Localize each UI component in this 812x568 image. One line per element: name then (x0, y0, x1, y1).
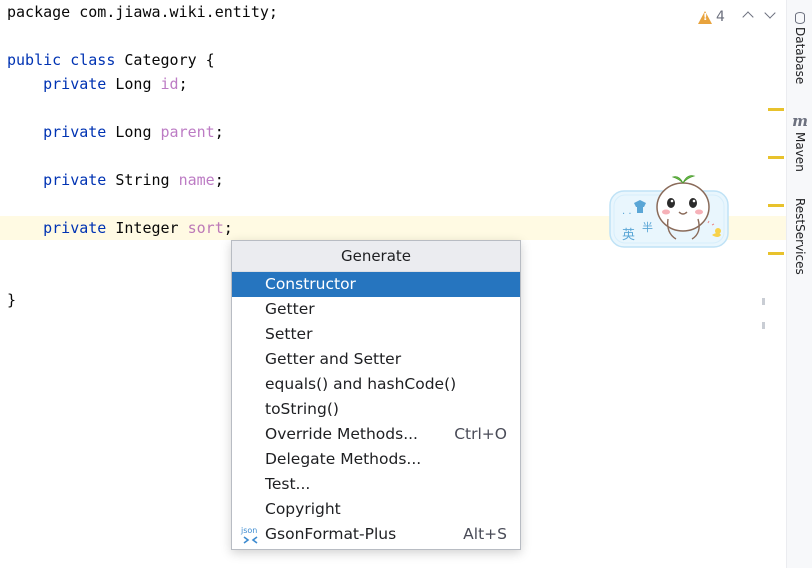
code-token: Integer (115, 219, 188, 237)
menu-item-getter[interactable]: Getter (232, 297, 520, 322)
warning-triangle-icon (698, 10, 712, 24)
menu-item-setter[interactable]: Setter (232, 322, 520, 347)
generate-popup[interactable]: Generate Constructor Getter Setter Getter a… (231, 240, 521, 550)
code-field-name: id (160, 75, 179, 93)
code-token: ; (178, 75, 188, 93)
error-stripe-mark[interactable] (768, 156, 784, 159)
svg-text:json: json (240, 526, 257, 535)
code-keyword: private (7, 219, 116, 237)
menu-item-tostring[interactable]: toString() (232, 397, 520, 422)
menu-item-test[interactable]: Test... (232, 472, 520, 497)
scroll-marker (762, 298, 765, 305)
mascot-text-1: 英 (622, 228, 635, 243)
menu-item-delegate-methods[interactable]: Delegate Methods... (232, 447, 520, 472)
code-token: ; (214, 171, 224, 189)
code-line[interactable]: private Long id; (7, 72, 188, 96)
menu-item-label: Delegate Methods... (265, 450, 422, 468)
menu-item-label: Setter (265, 325, 313, 343)
gsonformat-json-icon: json (240, 525, 262, 545)
code-line[interactable]: } (7, 288, 16, 312)
menu-item-getter-and-setter[interactable]: Getter and Setter (232, 347, 520, 372)
code-token: package (7, 3, 80, 21)
menu-item-label: GsonFormat-Plus (265, 525, 397, 543)
tab-restservices-label: RestServices (793, 198, 807, 275)
code-line[interactable]: private String name; (7, 168, 224, 192)
menu-item-copyright[interactable]: Copyright (232, 497, 520, 522)
mascot-text-3: · · (622, 209, 632, 220)
menu-item-label: Copyright (265, 500, 341, 518)
code-line[interactable]: public class Category { (7, 48, 215, 72)
code-field-name: parent (160, 123, 215, 141)
code-token: com.jiawa.wiki.entity; (79, 3, 278, 21)
menu-item-label: Getter and Setter (265, 350, 402, 368)
code-field-name: name (178, 171, 215, 189)
popup-title: Generate (232, 241, 520, 272)
code-token: Category { (124, 51, 215, 69)
code-field-name: sort (187, 219, 224, 237)
code-token: Long (115, 75, 161, 93)
code-keyword: private (7, 123, 116, 141)
mascot-text-2: 半 (642, 220, 653, 234)
tab-database[interactable]: Database (787, 12, 812, 84)
error-stripe-mark[interactable] (768, 108, 784, 111)
maven-icon: m (792, 112, 808, 130)
menu-item-label: equals() and hashCode() (265, 375, 457, 393)
inspection-widget[interactable]: 4 (698, 8, 725, 26)
code-token: ; (214, 123, 224, 141)
chevron-down-icon[interactable] (764, 7, 776, 19)
menu-item-label: Constructor (265, 275, 356, 293)
tab-maven-label: Maven (793, 132, 807, 172)
code-line[interactable]: package com.jiawa.wiki.entity; (7, 0, 278, 24)
menu-item-equals-and-hashcode[interactable]: equals() and hashCode() (232, 372, 520, 397)
menu-item-label: Getter (265, 300, 315, 318)
code-token: Long (115, 123, 161, 141)
code-keyword: public class (7, 51, 125, 69)
code-token: } (7, 291, 17, 309)
menu-item-label: Test... (265, 475, 311, 493)
menu-item-override-methods[interactable]: Override Methods... Ctrl+O (232, 422, 520, 447)
chevron-up-icon[interactable] (742, 11, 754, 23)
menu-item-gsonformat-plus[interactable]: json GsonFormat-Plus Alt+S (232, 522, 520, 547)
code-line[interactable]: private Integer sort; (7, 216, 233, 240)
code-token: ; (223, 219, 233, 237)
menu-item-constructor[interactable]: Constructor (232, 272, 520, 297)
code-token: String (115, 171, 179, 189)
tab-maven[interactable]: m Maven (787, 113, 812, 172)
mascot-decoration: 英 半 · · (609, 175, 729, 248)
tab-database-label: Database (793, 27, 807, 85)
right-tool-window-bar: Database m Maven RestServices (786, 0, 812, 568)
warning-count: 4 (716, 9, 725, 25)
tab-restservices[interactable]: RestServices (787, 198, 812, 275)
menu-item-shortcut: Ctrl+O (454, 425, 507, 443)
menu-item-shortcut: Alt+S (463, 525, 507, 543)
code-line[interactable]: private Long parent; (7, 120, 224, 144)
menu-item-label: toString() (265, 400, 339, 418)
error-stripe-mark[interactable] (768, 204, 784, 207)
database-icon (795, 12, 805, 24)
scroll-marker (762, 322, 765, 329)
code-keyword: private (7, 171, 116, 189)
code-keyword: private (7, 75, 116, 93)
error-stripe-mark[interactable] (768, 252, 784, 255)
menu-item-label: Override Methods... (265, 425, 418, 443)
